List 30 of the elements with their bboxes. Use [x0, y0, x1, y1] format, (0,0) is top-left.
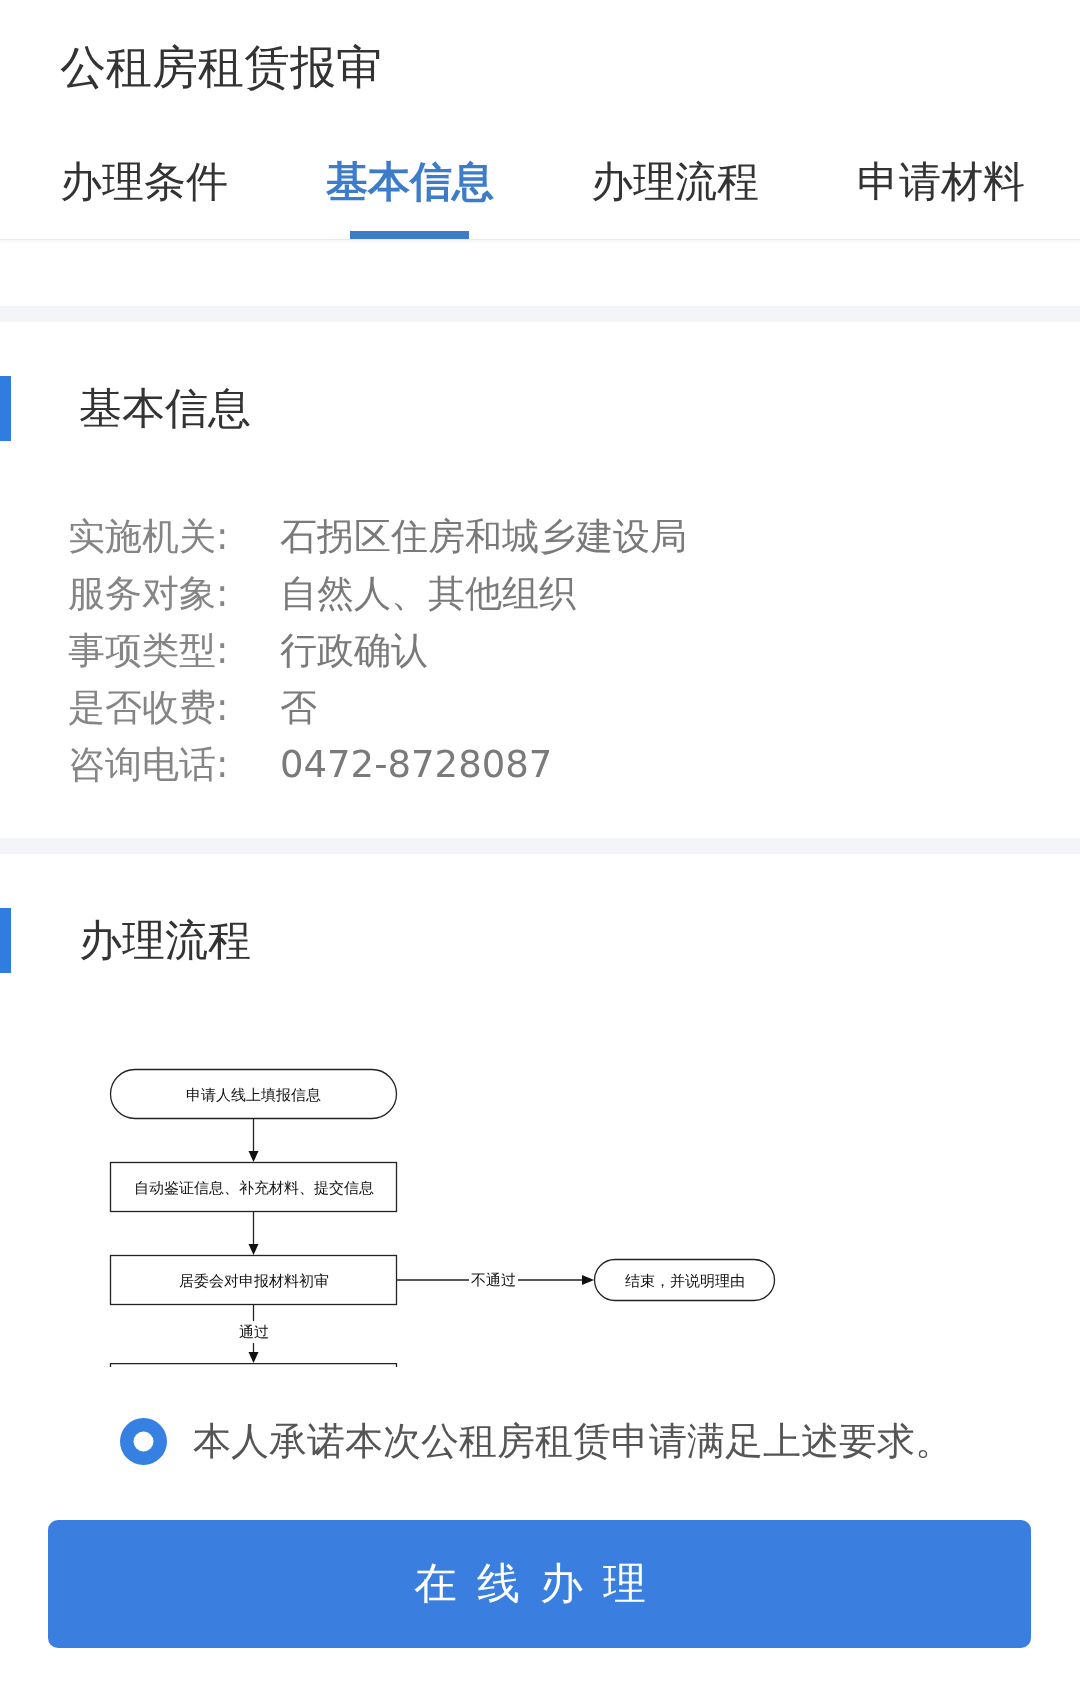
section-title: 办理流程: [79, 914, 251, 967]
info-label: 是否收费:: [68, 685, 230, 731]
section-accent-bar: [0, 376, 11, 441]
info-value: 石拐区住房和城乡建设局: [280, 514, 687, 560]
info-label: 实施机关:: [68, 514, 230, 560]
flow-terminal: 申请人线上填报信息: [109, 1068, 398, 1120]
online-apply-button[interactable]: 在线办理: [48, 1520, 1031, 1648]
flow-arrow: [248, 1211, 259, 1255]
flow-step: 居委会对申报材料初审: [109, 1254, 398, 1306]
arrow-label: 通过: [238, 1324, 269, 1340]
page-title: 公租房租赁报审: [60, 39, 383, 96]
info-label: 事项类型:: [68, 628, 230, 674]
agreement-text: 本人承诺本次公租房租赁申请满足上述要求。: [193, 1418, 953, 1465]
info-value: 自然人、其他组织: [280, 571, 576, 617]
arrow-label: 不通过: [471, 1272, 516, 1288]
info-value: 否: [280, 685, 317, 731]
section-title: 基本信息: [79, 382, 251, 435]
tab[interactable]: 基本信息: [325, 140, 494, 239]
tab[interactable]: 办理条件: [60, 140, 228, 239]
info-label: 咨询电话:: [68, 742, 230, 788]
flow-step: 自动鉴证信息、补充材料、提交信息: [109, 1161, 398, 1213]
flow-arrow: [248, 1118, 259, 1162]
flow-terminal: 结束，并说明理由: [593, 1258, 776, 1302]
info-label: 服务对象:: [68, 571, 230, 617]
info-value: 行政确认: [280, 628, 428, 674]
section-accent-bar: [0, 908, 11, 973]
tab[interactable]: 办理流程: [591, 140, 760, 239]
tab[interactable]: 申请材料: [856, 140, 1025, 239]
agreement-radio[interactable]: [120, 1417, 167, 1465]
info-value: 0472-8728087: [280, 742, 553, 788]
